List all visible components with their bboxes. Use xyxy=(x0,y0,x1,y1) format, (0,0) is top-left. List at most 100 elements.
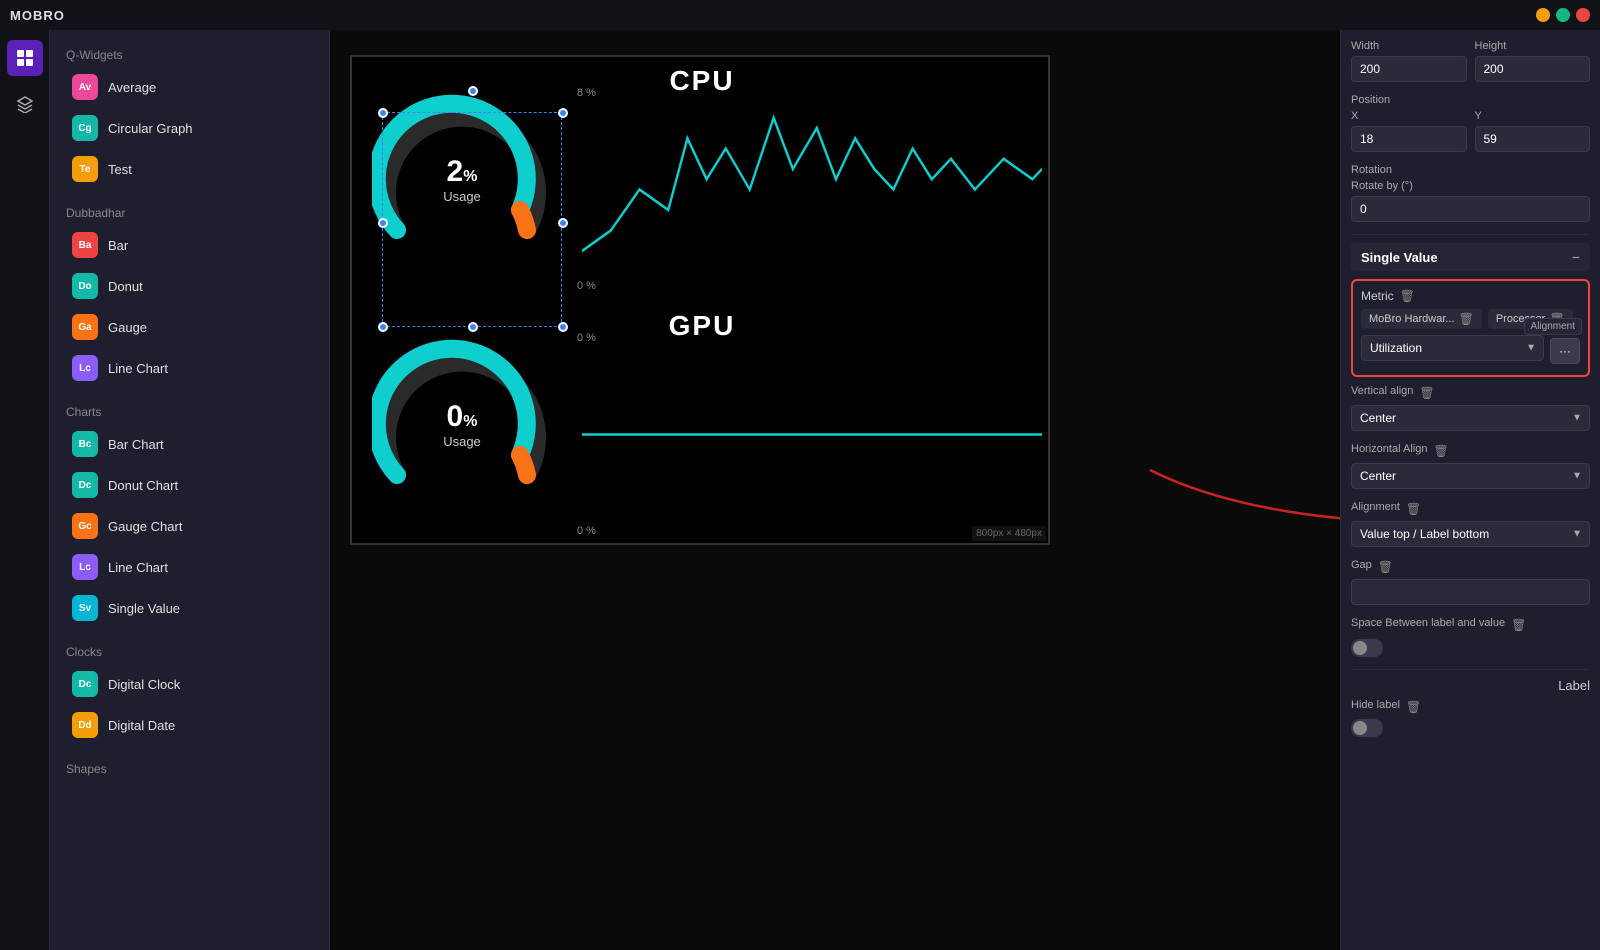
canvas-container: CPU 2% Usage xyxy=(350,55,1050,545)
rotation-input[interactable] xyxy=(1351,196,1590,222)
label-section: Label Hide label 🗑 xyxy=(1351,678,1590,737)
sidebar-item-line-chart[interactable]: Lc Line Chart xyxy=(56,547,323,587)
badge-circular-graph: Cg xyxy=(72,115,98,141)
gpu-donut-widget: 0% Usage xyxy=(352,302,572,547)
handle-tl[interactable] xyxy=(378,108,388,118)
gap-label: Gap xyxy=(1351,559,1372,571)
divider-2 xyxy=(1351,669,1590,670)
section-title-charts: Charts xyxy=(50,397,329,423)
y-input[interactable] xyxy=(1475,126,1591,152)
x-input[interactable] xyxy=(1351,126,1467,152)
icon-sidebar xyxy=(0,30,50,950)
cpu-chart-area: 8 % 0 % xyxy=(572,57,1052,302)
sidebar-item-donut-chart[interactable]: Dc Donut Chart xyxy=(56,465,323,505)
hide-label-text: Hide label xyxy=(1351,699,1400,711)
section-dubbadhar: Dubbadhar Ba Bar Do Donut Ga Gauge Lc Li… xyxy=(50,198,329,388)
sidebar-item-digital-date[interactable]: Dd Digital Date xyxy=(56,705,323,745)
close-button[interactable] xyxy=(1576,8,1590,22)
sidebar-item-donut[interactable]: Do Donut xyxy=(56,266,323,306)
gap-del[interactable]: 🗑 xyxy=(1378,560,1393,574)
height-input[interactable] xyxy=(1475,56,1591,82)
gpu-chart-area: 0 % 0 % xyxy=(572,302,1052,547)
maximize-button[interactable] xyxy=(1556,8,1570,22)
label-gauge-chart: Gauge Chart xyxy=(108,519,182,534)
badge-digital-date: Dd xyxy=(72,712,98,738)
horizontal-align-select[interactable]: Center xyxy=(1351,463,1590,489)
label-bar-chart: Bar Chart xyxy=(108,437,164,452)
size-row: Width Height xyxy=(1351,40,1590,82)
three-dots-btn[interactable]: ··· xyxy=(1550,338,1580,364)
metric-label-row: Metric 🗑 xyxy=(1361,289,1580,303)
space-between-group: Space Between label and value 🗑 xyxy=(1351,617,1590,657)
sidebar-icon-grid[interactable] xyxy=(7,40,43,76)
window-controls xyxy=(1536,8,1590,22)
section-shapes: Shapes xyxy=(50,754,329,780)
sidebar-item-single-value[interactable]: Sv Single Value xyxy=(56,588,323,628)
utilization-row: Utilization ▼ ··· Alignment xyxy=(1361,335,1580,367)
handle-br[interactable] xyxy=(558,322,568,332)
sidebar-item-bar[interactable]: Ba Bar xyxy=(56,225,323,265)
sidebar-item-gauge-chart[interactable]: Gc Gauge Chart xyxy=(56,506,323,546)
alignment-select[interactable]: Value top / Label bottom xyxy=(1351,521,1590,547)
metric-tag-hardware-del[interactable]: 🗑 xyxy=(1459,312,1474,326)
alignment-del[interactable]: 🗑 xyxy=(1406,502,1421,516)
vertical-align-label-row: Vertical align 🗑 xyxy=(1351,385,1590,401)
three-dots-wrapper: ··· Alignment xyxy=(1550,338,1580,364)
hide-label-toggle[interactable] xyxy=(1351,719,1383,737)
metric-delete-btn[interactable]: 🗑 xyxy=(1400,289,1415,303)
handle-mr[interactable] xyxy=(558,218,568,228)
horizontal-align-label-row: Horizontal Align 🗑 xyxy=(1351,443,1590,459)
sidebar-item-average[interactable]: Av Average xyxy=(56,67,323,107)
width-input[interactable] xyxy=(1351,56,1467,82)
hide-label-del[interactable]: 🗑 xyxy=(1406,700,1421,714)
badge-donut: Do xyxy=(72,273,98,299)
rotation-label: Rotation xyxy=(1351,164,1590,176)
space-between-del[interactable]: 🗑 xyxy=(1511,618,1526,632)
gap-group: Gap 🗑 xyxy=(1351,559,1590,605)
sidebar-item-line-chart-dub[interactable]: Lc Line Chart xyxy=(56,348,323,388)
sidebar-item-digital-clock[interactable]: Dc Digital Clock xyxy=(56,664,323,704)
badge-line-chart: Lc xyxy=(72,554,98,580)
width-label: Width xyxy=(1351,40,1467,52)
alignment-group: Alignment 🗑 Value top / Label bottom ▼ xyxy=(1351,501,1590,547)
metric-tag-hardware[interactable]: MoBro Hardwar... 🗑 xyxy=(1361,309,1482,329)
label-circular-graph: Circular Graph xyxy=(108,121,193,136)
handle-bl[interactable] xyxy=(378,322,388,332)
height-group: Height xyxy=(1475,40,1591,82)
sidebar-icon-layers[interactable] xyxy=(7,86,43,122)
handle-tc[interactable] xyxy=(468,86,478,96)
hide-label-row: Hide label 🗑 xyxy=(1351,699,1590,715)
x-group: X xyxy=(1351,110,1467,152)
sidebar-item-bar-chart[interactable]: Bc Bar Chart xyxy=(56,424,323,464)
badge-gauge: Ga xyxy=(72,314,98,340)
handle-tr[interactable] xyxy=(558,108,568,118)
sidebar-item-test[interactable]: Te Test xyxy=(56,149,323,189)
single-value-collapse-btn[interactable]: − xyxy=(1572,249,1580,265)
gpu-section: GPU 0% Usage xyxy=(352,302,1052,547)
gpu-chart-y-bot: 0 % xyxy=(577,525,596,537)
sidebar-item-gauge[interactable]: Ga Gauge xyxy=(56,307,323,347)
alignment-label-row: Alignment 🗑 xyxy=(1351,501,1590,517)
vertical-align-group: Vertical align 🗑 Center ▼ xyxy=(1351,385,1590,431)
horizontal-align-del[interactable]: 🗑 xyxy=(1433,444,1448,458)
badge-single-value: Sv xyxy=(72,595,98,621)
cpu-usage-label: Usage xyxy=(443,189,481,204)
prop-group-rotation: Rotation Rotate by (°) xyxy=(1351,164,1590,222)
gpu-value: 0% xyxy=(447,400,478,434)
alignment-tooltip: Alignment xyxy=(1524,318,1582,335)
minimize-button[interactable] xyxy=(1536,8,1550,22)
badge-bar-chart: Bc xyxy=(72,431,98,457)
space-between-toggle[interactable] xyxy=(1351,639,1383,657)
handle-bc[interactable] xyxy=(468,322,478,332)
utilization-select-wrapper: Utilization ▼ xyxy=(1361,335,1544,361)
canvas-area[interactable]: CPU 2% Usage xyxy=(330,30,1340,950)
handle-ml[interactable] xyxy=(378,218,388,228)
label-digital-date: Digital Date xyxy=(108,718,175,733)
vertical-align-del[interactable]: 🗑 xyxy=(1419,386,1434,400)
sidebar-item-circular-graph[interactable]: Cg Circular Graph xyxy=(56,108,323,148)
label-gauge: Gauge xyxy=(108,320,147,335)
vertical-align-select[interactable]: Center xyxy=(1351,405,1590,431)
gap-input[interactable] xyxy=(1351,579,1590,605)
horizontal-align-select-wrapper: Center ▼ xyxy=(1351,463,1590,489)
utilization-select[interactable]: Utilization xyxy=(1361,335,1544,361)
